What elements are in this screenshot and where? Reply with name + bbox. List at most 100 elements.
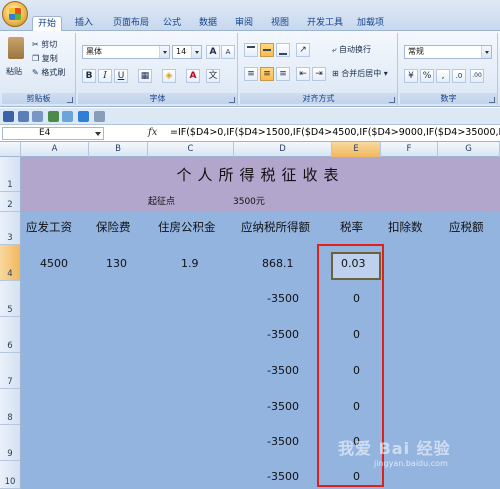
align-left-button[interactable]: ≡ [244,67,258,81]
font-name-select[interactable]: 黑体 [82,45,170,59]
cell-e8[interactable]: 0 [353,400,360,413]
print-preview-icon[interactable] [48,111,59,122]
cell-a4[interactable]: 4500 [40,257,68,270]
cell-d5[interactable]: -3500 [267,292,299,305]
align-right-button[interactable]: ≡ [276,67,290,81]
row-header-9[interactable]: 9 [0,425,21,461]
customize-qat-icon[interactable] [94,111,105,122]
row-header-2[interactable]: 2 [0,192,21,212]
column-header-b[interactable]: B [89,142,148,157]
cell-e4[interactable]: 0.03 [341,257,366,270]
save-icon[interactable] [3,111,14,122]
align-bottom-button[interactable] [276,43,290,57]
undo-icon[interactable] [18,111,29,122]
number-launcher-icon[interactable] [489,97,495,103]
copy-button[interactable]: ❐ 复制 [32,53,58,65]
cell-d8[interactable]: -3500 [267,400,299,413]
column-header-a[interactable]: A [21,142,89,157]
wrap-text-button[interactable]: ⤶ 自动换行 [332,44,371,56]
column-header-e[interactable]: E [332,142,381,157]
tab-data[interactable]: 数据 [194,16,222,31]
phonetic-button[interactable]: 文 [206,69,220,83]
clipboard-launcher-icon[interactable] [67,97,73,103]
bold-button[interactable]: B [82,69,96,83]
redo-icon[interactable] [32,111,43,122]
align-middle-button[interactable] [260,43,274,57]
format-painter-button[interactable]: ✎ 格式刷 [32,67,65,79]
camera-icon[interactable] [62,111,73,122]
font-color-button[interactable]: A [186,69,200,83]
row-header-5[interactable]: 5 [0,281,21,317]
orientation-button[interactable]: ↗ [296,43,310,57]
cell-d4[interactable]: 868.1 [262,257,294,270]
increase-indent-button[interactable]: ⇥ [312,67,326,81]
row-header-4[interactable]: 4 [0,245,21,281]
cell-e6[interactable]: 0 [353,328,360,341]
font-group: 黑体 14 A A B I U ▦ ◈ A 文 字体 [78,33,238,105]
row-header-7[interactable]: 7 [0,353,21,389]
office-logo-icon [9,8,21,20]
font-launcher-icon[interactable] [229,97,235,103]
align-center-button[interactable]: ≡ [260,67,274,81]
cell-e9[interactable]: 0 [353,435,360,448]
name-box[interactable]: E4 [2,127,104,140]
cell-e5[interactable]: 0 [353,292,360,305]
cell-d6[interactable]: -3500 [267,328,299,341]
formula-bar: E4 fx =IF($D4>0,IF($D4>1500,IF($D4>4500,… [0,126,500,142]
cell-b4[interactable]: 130 [106,257,127,270]
alignment-launcher-icon[interactable] [389,97,395,103]
decrease-indent-button[interactable]: ⇤ [296,67,310,81]
formula-input[interactable]: =IF($D4>0,IF($D4>1500,IF($D4>4500,IF($D4… [168,127,500,140]
align-top-button[interactable] [244,43,258,57]
font-size-select[interactable]: 14 [172,45,202,59]
cut-button[interactable]: ✂ 剪切 [32,39,57,51]
cell-d9[interactable]: -3500 [267,435,299,448]
borders-icon: ▦ [140,71,150,81]
column-header-f[interactable]: F [381,142,438,157]
sort-icon[interactable] [78,111,89,122]
paste-icon [8,37,24,59]
column-header-c[interactable]: C [148,142,234,157]
chevron-down-icon [159,46,169,58]
tab-insert[interactable]: 插入 [70,16,98,31]
italic-button[interactable]: I [98,69,112,83]
cell-e7[interactable]: 0 [353,364,360,377]
column-header-d[interactable]: D [234,142,332,157]
column-header-g[interactable]: G [438,142,500,157]
increase-indent-icon: ⇥ [315,69,323,79]
row-header-1[interactable]: 1 [0,157,21,192]
grow-font-button[interactable]: A [206,45,220,59]
row-header-6[interactable]: 6 [0,317,21,353]
paste-button[interactable]: 粘贴 [6,66,22,78]
percent-button[interactable]: % [420,69,434,83]
underline-button[interactable]: U [114,69,128,83]
tab-view[interactable]: 视图 [266,16,294,31]
row-header-8[interactable]: 8 [0,389,21,425]
cell-c4[interactable]: 1.9 [181,257,199,270]
select-all-corner[interactable] [0,142,21,157]
decrease-decimal-button[interactable]: .00 [470,69,484,83]
borders-button[interactable]: ▦ [138,69,152,83]
cell-e10[interactable]: 0 [353,470,360,483]
fill-color-button[interactable]: ◈ [162,69,176,83]
tab-home[interactable]: 开始 [32,16,63,32]
row-header-10[interactable]: 10 [0,461,21,489]
tab-developer[interactable]: 开发工具 [302,16,348,31]
tab-review[interactable]: 审阅 [230,16,258,31]
comma-button[interactable]: , [436,69,450,83]
row-header-3[interactable]: 3 [0,212,21,245]
increase-decimal-button[interactable]: .0 [452,69,466,83]
number-format-select[interactable]: 常规 [404,45,492,59]
shrink-font-button[interactable]: A [221,45,235,59]
tab-addins[interactable]: 加载项 [352,16,389,31]
decrease-indent-icon: ⇤ [299,69,307,79]
tab-page-layout[interactable]: 页面布局 [108,16,154,31]
cell-d10[interactable]: -3500 [267,470,299,483]
office-button[interactable] [2,1,28,27]
tab-formulas[interactable]: 公式 [158,16,186,31]
currency-button[interactable]: ¥ [404,69,418,83]
insert-function-icon[interactable]: fx [148,127,157,138]
cell-d7[interactable]: -3500 [267,364,299,377]
merge-center-button[interactable]: ⊞ 合并后居中 ▾ [332,68,388,80]
worksheet-grid[interactable]: 1 2 3 4 5 6 7 8 9 10 个人所得税征收表 起征点 3500元 … [0,157,500,489]
